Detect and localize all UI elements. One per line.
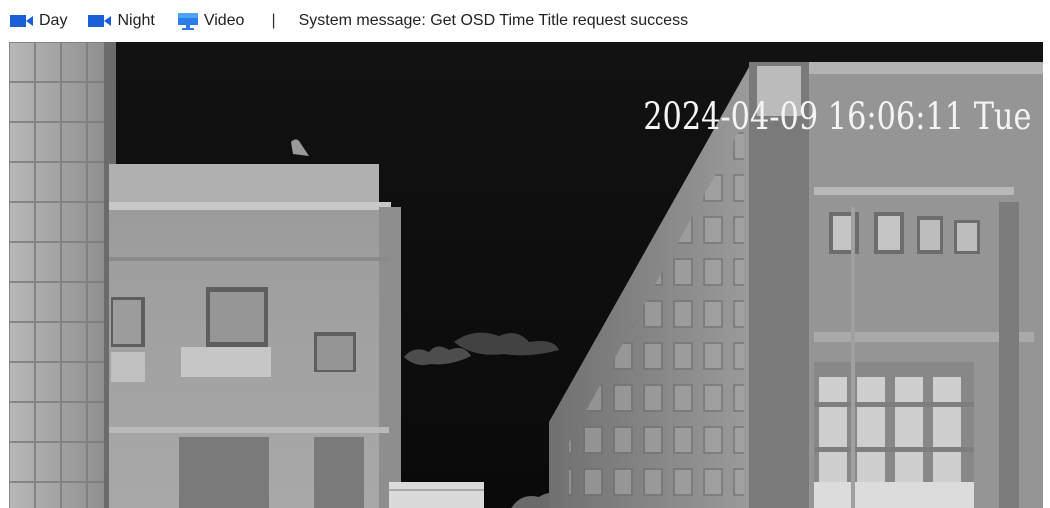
night-mode-button[interactable]: Night xyxy=(88,0,155,42)
toolbar: Day Night Video | System message: Get OS… xyxy=(0,0,1050,42)
toolbar-separator: | xyxy=(271,12,276,29)
monitor-icon xyxy=(177,12,199,30)
system-message: System message: Get OSD Time Title reque… xyxy=(298,12,689,29)
day-mode-label: Day xyxy=(39,12,68,29)
video-viewport[interactable]: 2024-04-09 16:06:11 Tue xyxy=(9,42,1043,508)
video-camera-icon xyxy=(88,14,112,28)
night-mode-label: Night xyxy=(117,12,155,29)
video-button[interactable]: Video xyxy=(177,0,245,42)
day-mode-button[interactable]: Day xyxy=(10,0,67,42)
video-label: Video xyxy=(203,12,245,29)
osd-timestamp: 2024-04-09 16:06:11 Tue xyxy=(642,95,1031,138)
video-camera-icon xyxy=(10,14,34,28)
